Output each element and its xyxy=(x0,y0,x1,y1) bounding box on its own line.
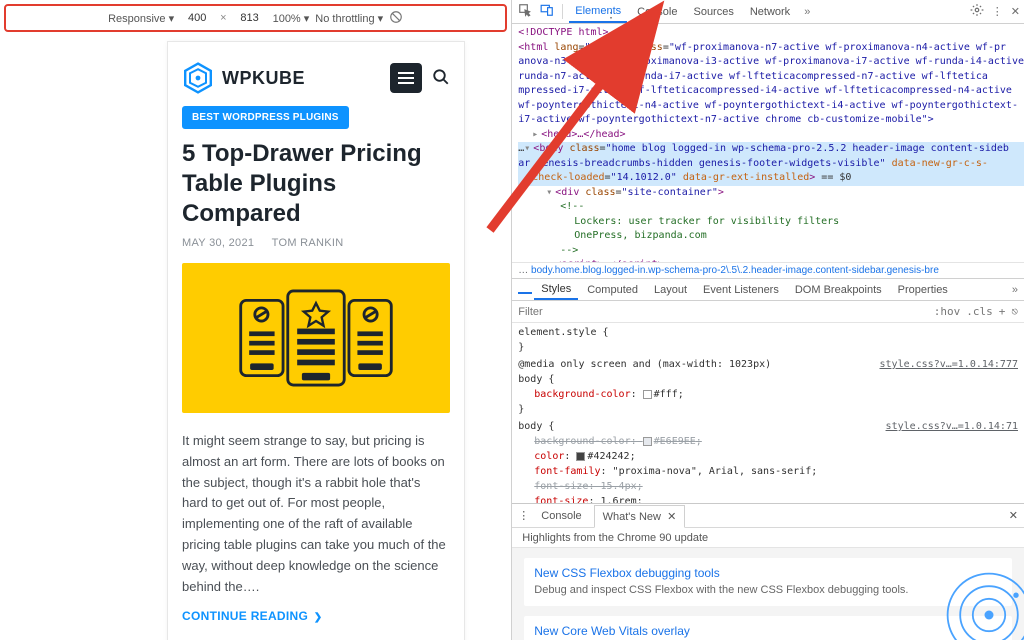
post-hero-image xyxy=(182,263,450,413)
whatsnew-heading: Highlights from the Chrome 90 update xyxy=(512,528,1024,548)
subtab-computed[interactable]: Computed xyxy=(580,281,645,299)
source-link[interactable]: style.css?v…=1.0.14:71 xyxy=(886,419,1018,434)
continue-reading-link[interactable]: CONTINUE READING ❯ xyxy=(182,609,322,623)
dom-line-selected[interactable]: …▾<body class="home blog logged-in wp-sc… xyxy=(518,142,1024,157)
whatsnew-card[interactable]: New Core Web Vitals overlay Visualize pa… xyxy=(524,616,1012,640)
chevron-right-icon: ❯ xyxy=(314,612,323,623)
post-category-badge[interactable]: BEST WORDPRESS PLUGINS xyxy=(182,106,349,129)
whatsnew-card-title: New Core Web Vitals overlay xyxy=(534,624,1002,638)
wpkube-logo-icon xyxy=(182,62,214,94)
drawer-tab-whatsnew[interactable]: What's New ✕ xyxy=(594,505,686,528)
post-title[interactable]: 5 Top-Drawer Pricing Table Plugins Compa… xyxy=(182,139,450,229)
post-excerpt: It might seem strange to say, but pricin… xyxy=(182,431,450,597)
elements-breadcrumb[interactable]: … body.home.blog.logged-in.wp-schema-pro… xyxy=(512,262,1024,279)
post-date: MAY 30, 2021 xyxy=(182,237,254,249)
inspect-element-icon[interactable] xyxy=(516,3,534,20)
cls-toggle[interactable]: .cls xyxy=(966,305,993,318)
drawer-close-icon[interactable]: ✕ xyxy=(1009,509,1018,522)
dom-line: wf-poyntergothictext-n4-active wf-poynte… xyxy=(518,99,1024,114)
tab-sources[interactable]: Sources xyxy=(687,2,739,22)
device-toolbar: Responsive ▾ × 100% ▾ No throttling ▾ xyxy=(6,8,505,28)
dom-line: mpressed-i7-active wf-lfteticacompressed… xyxy=(518,84,1024,99)
site-logo[interactable]: WPKUBE xyxy=(182,62,305,94)
styles-panel[interactable]: element.style { } style.css?v…=1.0.14:77… xyxy=(512,323,1024,503)
tab-network[interactable]: Network xyxy=(744,2,796,22)
whatsnew-card-body: Debug and inspect CSS Flexbox with the n… xyxy=(534,583,1002,598)
pin-icon[interactable]: ⎋ xyxy=(1011,305,1018,318)
search-button[interactable] xyxy=(432,68,450,89)
viewport-width-input[interactable] xyxy=(180,12,214,24)
responsive-select[interactable]: Responsive ▾ xyxy=(108,12,174,25)
new-style-rule-icon[interactable]: + xyxy=(999,305,1006,318)
toggle-device-toolbar-icon[interactable] xyxy=(538,3,556,20)
dom-line: --> xyxy=(518,244,1024,259)
zoom-select[interactable]: 100% ▾ xyxy=(273,12,310,25)
tab-elements[interactable]: Elements xyxy=(569,1,627,23)
post-author[interactable]: TOM RANKIN xyxy=(272,237,344,249)
subtab-styles[interactable]: Styles xyxy=(534,280,578,300)
source-link[interactable]: style.css?v…=1.0.14:777 xyxy=(880,357,1018,372)
dom-line: <!-- xyxy=(518,200,1024,215)
tabs-overflow-icon[interactable]: » xyxy=(800,6,814,18)
subtab-properties[interactable]: Properties xyxy=(891,281,955,299)
whatsnew-card-title: New CSS Flexbox debugging tools xyxy=(534,566,1002,580)
dom-line: i7-active wf-poyntergothictext-n7-active… xyxy=(518,113,1024,128)
dom-line: anova-n3-active wf-proximanova-i3-active… xyxy=(518,55,1024,70)
subtab-layout[interactable]: Layout xyxy=(647,281,694,299)
search-icon xyxy=(432,68,450,86)
dom-line[interactable]: <!DOCTYPE html> xyxy=(518,26,1024,41)
whatsnew-card[interactable]: New CSS Flexbox debugging tools Debug an… xyxy=(524,558,1012,606)
subtab-styles[interactable] xyxy=(518,286,532,294)
device-toolbar-highlight: Responsive ▾ × 100% ▾ No throttling ▾ xyxy=(4,4,507,32)
tab-console[interactable]: Console xyxy=(631,2,683,22)
dim-separator: × xyxy=(220,12,226,24)
drawer-tab-console[interactable]: Console xyxy=(533,506,589,526)
dom-line-selected: check-loaded="14.1012.0" data-gr-ext-ins… xyxy=(518,171,1024,186)
devtools-menu-icon[interactable]: ⋮ xyxy=(992,5,1003,18)
drawer-menu-icon[interactable]: ⋮ xyxy=(518,509,529,522)
dom-line[interactable]: <html lang="en-US" class="wf-proximanova… xyxy=(518,41,1024,56)
site-brand-text: WPKUBE xyxy=(222,68,305,89)
throttling-select[interactable]: No throttling ▾ xyxy=(315,12,383,25)
subtab-dom-breakpoints[interactable]: DOM Breakpoints xyxy=(788,281,889,299)
styles-filter-input[interactable] xyxy=(518,306,628,318)
dom-line: runda-n7-active wf-runda-i7-active wf-lf… xyxy=(518,70,1024,85)
settings-icon[interactable] xyxy=(970,3,984,20)
emulated-viewport: WPKUBE BEST WORDPRESS PLUGINS 5 Top- xyxy=(168,42,464,640)
dom-line[interactable]: ▾<div class="site-container"> xyxy=(518,186,1024,201)
subtabs-overflow-icon[interactable]: » xyxy=(1012,284,1018,296)
dom-line: Lockers: user tracker for visibility fil… xyxy=(518,215,1024,230)
mobile-menu-button[interactable] xyxy=(390,63,422,93)
rotate-icon[interactable] xyxy=(389,10,403,27)
devtools-close-icon[interactable]: ✕ xyxy=(1011,5,1020,18)
viewport-height-input[interactable] xyxy=(233,12,267,24)
dom-line[interactable]: ▸<head>…</head> xyxy=(518,128,1024,143)
subtab-event-listeners[interactable]: Event Listeners xyxy=(696,281,786,299)
hov-toggle[interactable]: :hov xyxy=(934,305,961,318)
devtools-top-bar: Elements Console Sources Network » ⋮ ✕ xyxy=(512,0,1024,24)
dom-line: OnePress, bizpanda.com xyxy=(518,229,1024,244)
pricing-table-illustration-icon xyxy=(236,283,396,393)
styles-subtabs: Styles Computed Layout Event Listeners D… xyxy=(512,279,1024,301)
whatsnew-decor-icon xyxy=(944,570,1024,640)
elements-panel[interactable]: <!DOCTYPE html> <html lang="en-US" class… xyxy=(512,24,1024,262)
hamburger-icon xyxy=(398,71,414,85)
dom-line-selected: ar genesis-breadcrumbs-hidden genesis-fo… xyxy=(518,157,1024,172)
